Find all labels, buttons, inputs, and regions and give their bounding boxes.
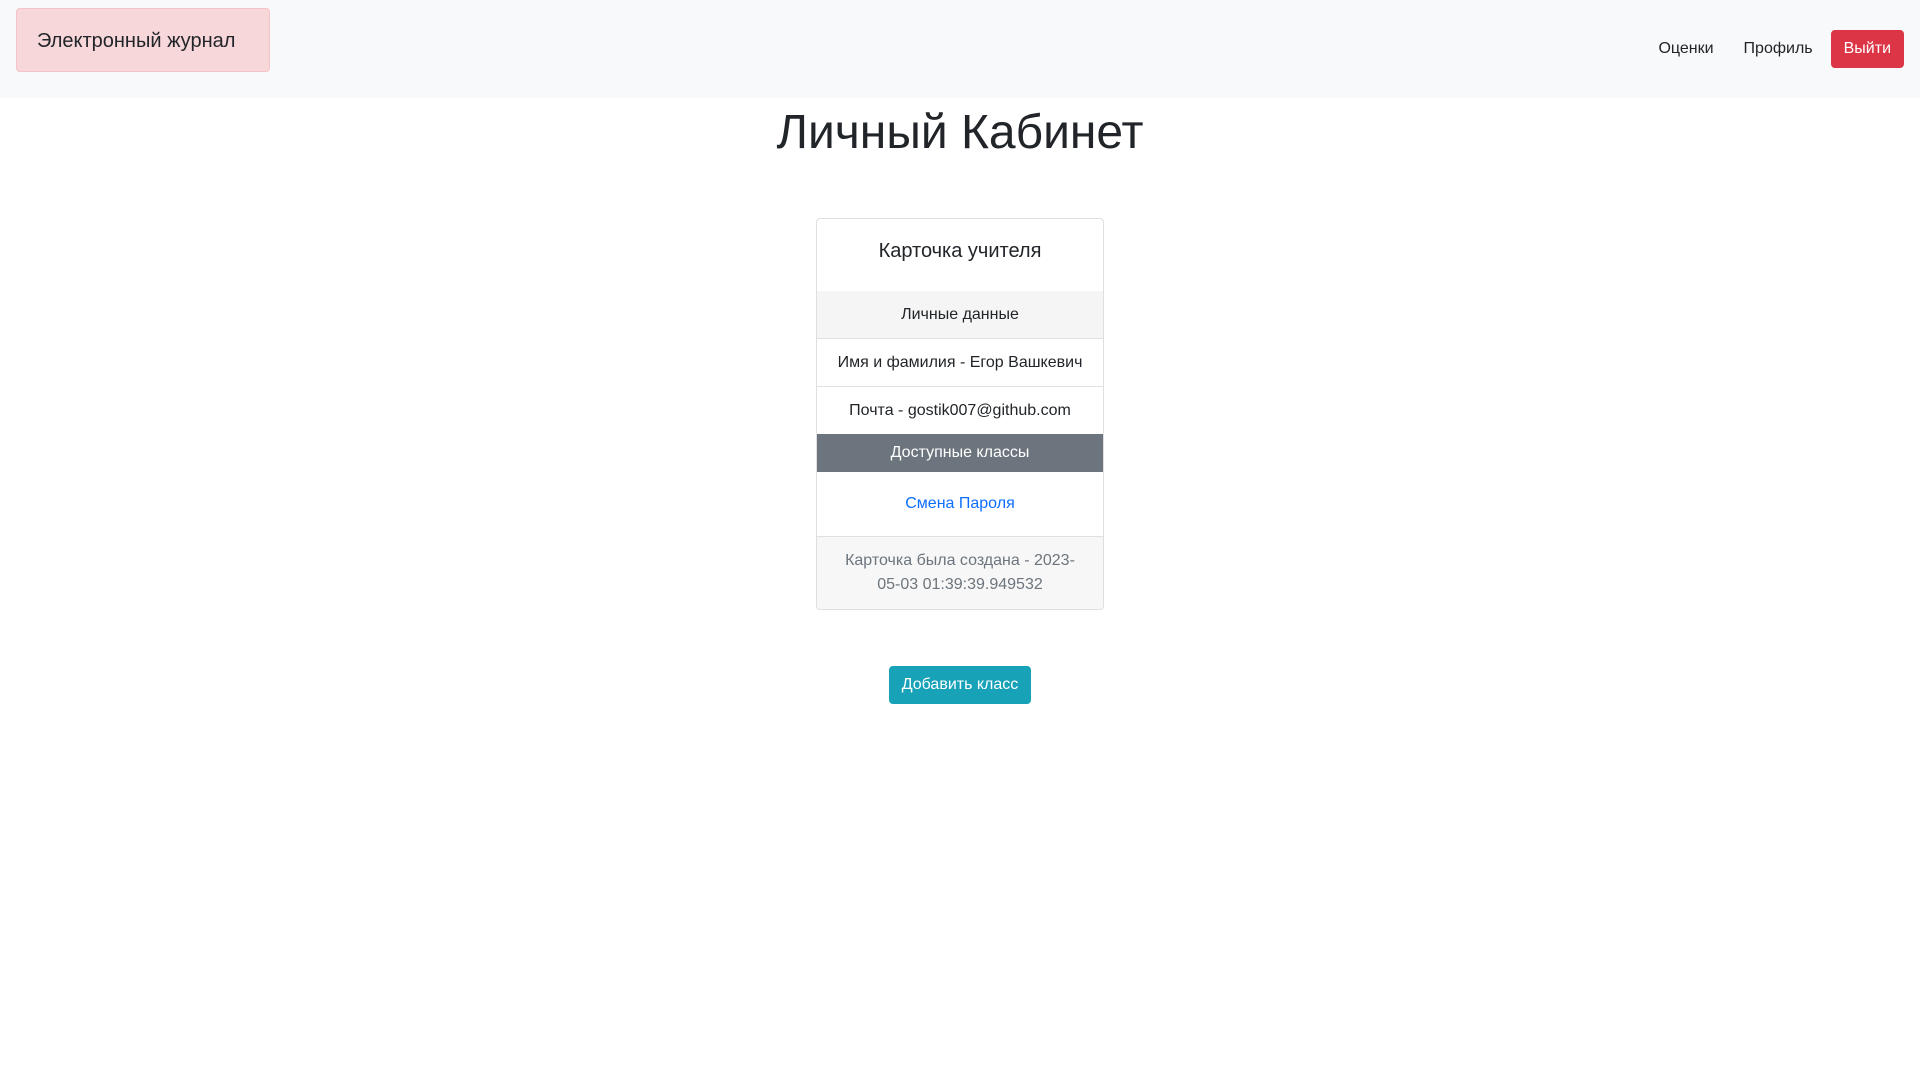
available-classes-button[interactable]: Доступные классы [817,434,1103,472]
card-title: Карточка учителя [878,240,1042,262]
nav-link-profile[interactable]: Профиль [1744,30,1813,68]
card-footer: Карточка была создана - 2023-05-03 01:39… [817,536,1103,609]
nav-link-grades[interactable]: Оценки [1658,30,1713,68]
brand-logo-link[interactable]: Электронный журнал [16,8,270,72]
teacher-card: Карточка учителя Личные данные Имя и фам… [816,218,1104,610]
change-password-link[interactable]: Смена Пароля [905,495,1014,512]
page-title: Личный Кабинет [776,106,1144,159]
add-class-button[interactable]: Добавить класс [889,666,1031,704]
logout-button[interactable]: Выйти [1830,30,1904,68]
personal-data-header: Личные данные [817,291,1103,338]
email-line: Почта - gostik007@github.com [817,386,1103,434]
navbar: Электронный журнал Оценки Профиль Выйти [0,0,1920,98]
nav-links: Оценки Профиль Выйти [1658,30,1904,68]
name-line: Имя и фамилия - Егор Вашкевич [817,338,1103,386]
change-password-row: Смена Пароля [817,472,1103,536]
